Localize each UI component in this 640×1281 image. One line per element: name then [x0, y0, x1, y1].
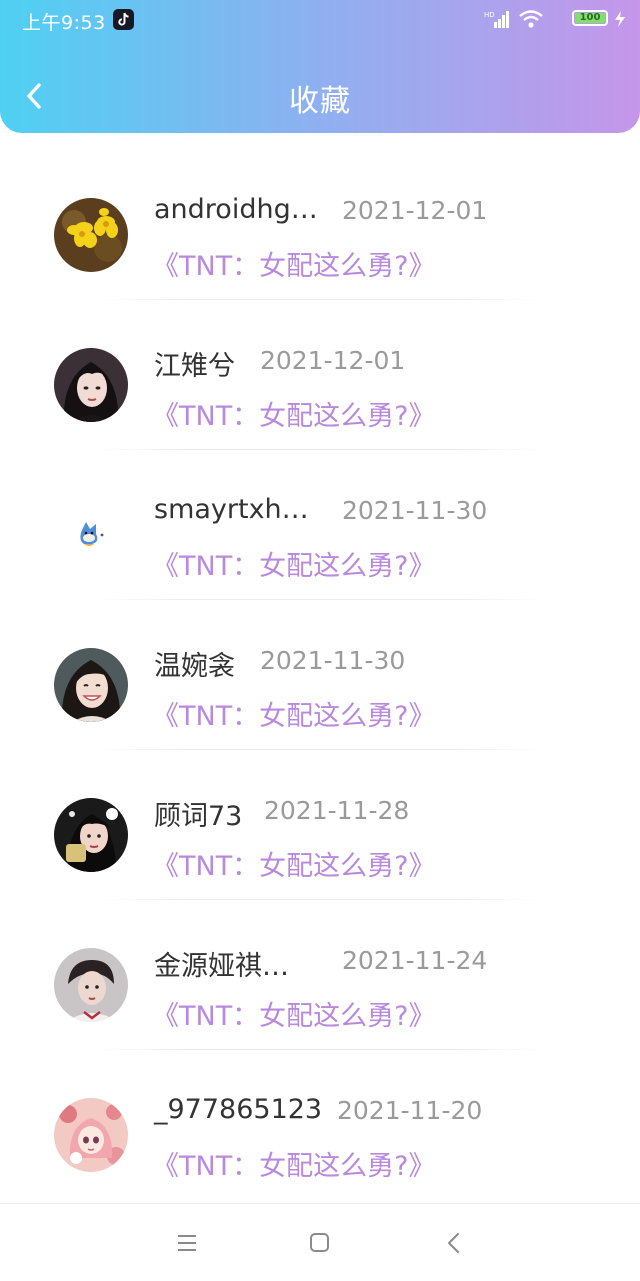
favorite-date: 2021-11-30 [342, 496, 488, 525]
list-item[interactable]: smayrtxh… 2021-11-30 《TNT：女配这么勇?》 [0, 450, 640, 600]
username: 江雉兮 [154, 351, 235, 382]
avatar[interactable] [54, 498, 128, 572]
battery-icon: 100 [572, 10, 608, 26]
home-square-icon [310, 1233, 329, 1252]
system-back-button[interactable] [440, 1230, 468, 1256]
status-icons: HD 100 [456, 8, 626, 32]
status-bar: 上午9:53 HD 100 [0, 0, 640, 40]
list-item[interactable]: 江雉兮 2021-12-01 《TNT：女配这么勇?》 [0, 300, 640, 450]
favorites-list: androidhg… 2021-12-01 《TNT：女配这么勇?》 江雉兮 2… [0, 150, 640, 1200]
avatar[interactable] [54, 348, 128, 422]
username: 温婉衾 [154, 651, 235, 682]
system-nav-bar [0, 1203, 640, 1281]
tiktok-notification-icon [113, 9, 134, 30]
username: _977865123 [154, 1094, 323, 1125]
favorite-date: 2021-12-01 [342, 196, 488, 225]
book-title-link[interactable]: 《TNT：女配这么勇?》 [152, 694, 436, 733]
book-title-link[interactable]: 《TNT：女配这么勇?》 [152, 394, 436, 433]
username: smayrtxh… [154, 494, 309, 525]
favorite-date: 2021-12-01 [260, 346, 406, 375]
wifi-icon [518, 9, 544, 29]
header: 上午9:53 HD 100 收藏 [0, 0, 640, 133]
username: 金源娅祺… [154, 951, 289, 982]
favorite-date: 2021-11-20 [337, 1096, 483, 1125]
list-item[interactable]: _977865123 2021-11-20 《TNT：女配这么勇?》 [0, 1050, 640, 1200]
avatar[interactable] [54, 648, 128, 722]
avatar[interactable] [54, 948, 128, 1022]
list-item[interactable]: androidhg… 2021-12-01 《TNT：女配这么勇?》 [0, 150, 640, 300]
network-label: HD [484, 11, 495, 19]
username: 顾词73 [154, 801, 243, 832]
favorite-date: 2021-11-24 [342, 946, 488, 975]
charging-icon [614, 10, 626, 28]
home-button[interactable] [306, 1230, 334, 1256]
favorite-date: 2021-11-28 [264, 796, 410, 825]
avatar[interactable] [54, 198, 128, 272]
menu-icon [178, 1235, 196, 1251]
avatar[interactable] [54, 798, 128, 872]
list-item[interactable]: 温婉衾 2021-11-30 《TNT：女配这么勇?》 [0, 600, 640, 750]
book-title-link[interactable]: 《TNT：女配这么勇?》 [152, 544, 436, 583]
avatar[interactable] [54, 1098, 128, 1172]
username: androidhg… [154, 194, 318, 225]
book-title-link[interactable]: 《TNT：女配这么勇?》 [152, 994, 436, 1033]
list-item[interactable]: 金源娅祺… 2021-11-24 《TNT：女配这么勇?》 [0, 900, 640, 1050]
book-title-link[interactable]: 《TNT：女配这么勇?》 [152, 1144, 436, 1183]
page-title: 收藏 [289, 84, 351, 119]
battery-level: 100 [575, 13, 605, 23]
signal-icon: HD [484, 9, 510, 29]
book-title-link[interactable]: 《TNT：女配这么勇?》 [152, 844, 436, 883]
book-title-link[interactable]: 《TNT：女配这么勇?》 [152, 244, 436, 283]
back-triangle-icon [448, 1233, 459, 1253]
status-time: 上午9:53 [22, 12, 106, 34]
favorite-date: 2021-11-30 [260, 646, 406, 675]
list-item[interactable]: 顾词73 2021-11-28 《TNT：女配这么勇?》 [0, 750, 640, 900]
menu-button[interactable] [174, 1230, 202, 1256]
